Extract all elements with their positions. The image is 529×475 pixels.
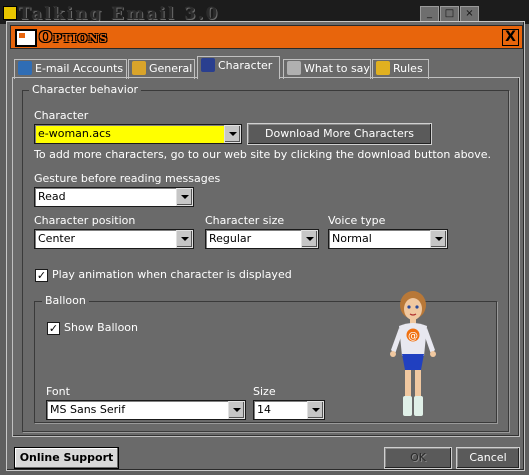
show-balloon-checkbox[interactable]: ✓	[47, 322, 60, 335]
balloon-size-select[interactable]: 14	[253, 400, 325, 420]
gesture-label: Gesture before reading messages	[34, 172, 221, 185]
download-characters-button[interactable]: Download More Characters	[247, 123, 432, 145]
chevron-down-icon[interactable]	[430, 230, 447, 248]
tab-character[interactable]: Character	[197, 56, 280, 79]
chevron-down-icon[interactable]	[224, 125, 241, 143]
dialog-title: Options	[39, 28, 109, 46]
character-behavior-group-label: Character behavior	[29, 83, 142, 96]
tab-label: General	[149, 62, 193, 75]
tab-label: E-mail Accounts	[35, 62, 124, 75]
chevron-down-icon[interactable]	[176, 188, 193, 206]
character-boot-right	[414, 396, 423, 416]
character-face	[404, 298, 422, 320]
options-dialog: Options X E-mail Accounts General Charac…	[6, 21, 525, 471]
voice-type-select[interactable]: Normal	[328, 229, 448, 249]
wizard-icon	[201, 58, 215, 72]
gesture-value: Read	[38, 190, 66, 203]
character-value: e-woman.acs	[38, 127, 111, 140]
app-icon	[3, 6, 17, 20]
chevron-down-icon[interactable]	[228, 401, 245, 419]
tab-label: Rules	[393, 62, 423, 75]
options-window-icon	[15, 29, 37, 47]
character-size-select[interactable]: Regular	[205, 229, 319, 249]
online-support-button[interactable]: Online Support	[14, 447, 119, 469]
balloon-group-label: Balloon	[42, 294, 89, 307]
chevron-down-icon[interactable]	[301, 230, 318, 248]
character-shorts	[402, 354, 424, 370]
close-button[interactable]: X	[502, 29, 519, 46]
character-select[interactable]: e-woman.acs	[34, 124, 242, 144]
tab-rules[interactable]: Rules	[372, 59, 429, 79]
title-bar[interactable]: Options X	[10, 25, 523, 49]
position-value: Center	[38, 232, 76, 245]
position-select[interactable]: Center	[34, 229, 194, 249]
tab-label: Character	[218, 59, 273, 72]
chevron-down-icon[interactable]	[307, 401, 324, 419]
rules-icon	[376, 61, 390, 75]
download-help-text: To add more characters, go to our web si…	[34, 148, 492, 161]
voice-type-label: Voice type	[328, 214, 386, 227]
chevron-down-icon[interactable]	[176, 230, 193, 248]
mailbox-icon	[18, 61, 32, 75]
balloon-size-label: Size	[253, 385, 276, 398]
tab-label: What to say	[304, 62, 370, 75]
ok-button[interactable]: OK	[384, 447, 452, 469]
position-label: Character position	[34, 214, 136, 227]
speech-icon	[287, 61, 301, 75]
cancel-button[interactable]: Cancel	[456, 447, 520, 469]
tab-what-to-say[interactable]: What to say	[283, 59, 371, 79]
character-size-value: Regular	[209, 232, 252, 245]
play-animation-label[interactable]: Play animation when character is display…	[52, 268, 292, 281]
tab-email-accounts[interactable]: E-mail Accounts	[14, 59, 127, 79]
font-value: MS Sans Serif	[50, 403, 126, 416]
balloon-size-value: 14	[257, 403, 271, 416]
font-label: Font	[46, 385, 70, 398]
font-select[interactable]: MS Sans Serif	[46, 400, 246, 420]
character-boot-left	[403, 396, 412, 416]
size-label: Character size	[205, 214, 285, 227]
people-icon	[132, 61, 146, 75]
voice-type-value: Normal	[332, 232, 372, 245]
play-animation-checkbox[interactable]: ✓	[35, 269, 48, 282]
character-label: Character	[34, 109, 89, 122]
tab-panel-character: Character behavior Character e-woman.acs…	[12, 77, 520, 437]
gesture-select[interactable]: Read	[34, 187, 194, 207]
tab-general[interactable]: General	[128, 59, 195, 79]
svg-text:@: @	[408, 331, 418, 342]
show-balloon-label[interactable]: Show Balloon	[64, 321, 138, 334]
character-preview: @	[390, 291, 436, 416]
